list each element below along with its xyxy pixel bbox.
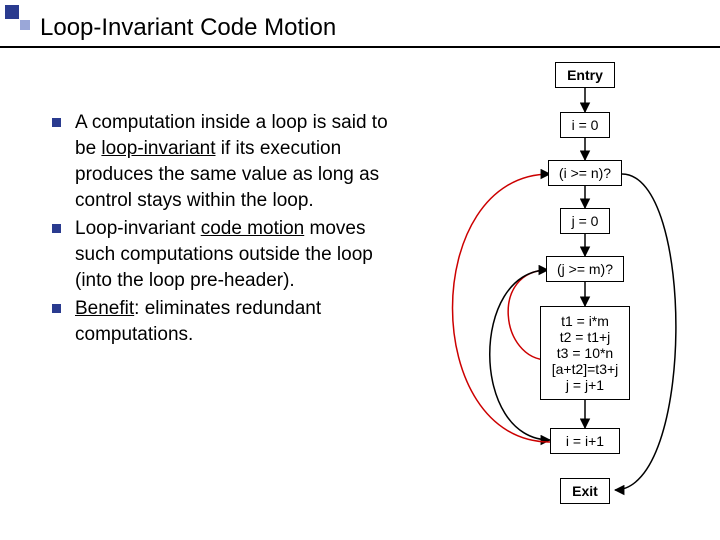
bullet-text: A computation inside a loop is said to b…	[75, 110, 392, 214]
text-underlined: code motion	[201, 218, 305, 239]
bullet-text: Benefit: eliminates redundant computatio…	[75, 296, 392, 348]
stmt: t3 = 10*n	[545, 345, 625, 361]
node-init-j: j = 0	[560, 208, 610, 234]
node-entry: Entry	[555, 62, 615, 88]
node-body: t1 = i*m t2 = t1+j t3 = 10*n [a+t2]=t3+j…	[540, 306, 630, 400]
node-init-i: i = 0	[560, 112, 610, 138]
bullet-icon	[52, 304, 61, 313]
flowchart: Entry i = 0 (i >= n)? j = 0 (j >= m)? t1…	[400, 60, 710, 540]
bullet-icon	[52, 224, 61, 233]
bullet-item: Loop-invariant code motion moves such co…	[52, 216, 392, 294]
bullet-text: Loop-invariant code motion moves such co…	[75, 216, 392, 294]
stmt: [a+t2]=t3+j	[545, 361, 625, 377]
slide-title: Loop-Invariant Code Motion	[40, 14, 336, 42]
stmt: t1 = i*m	[545, 313, 625, 329]
flowchart-edges	[400, 60, 710, 540]
text-underlined: loop-invariant	[101, 138, 215, 159]
text-underlined: Benefit	[75, 298, 134, 319]
bullet-list: A computation inside a loop is said to b…	[52, 110, 392, 350]
bullet-item: A computation inside a loop is said to b…	[52, 110, 392, 214]
node-incr-i: i = i+1	[550, 428, 620, 454]
bullet-item: Benefit: eliminates redundant computatio…	[52, 296, 392, 348]
node-test-i: (i >= n)?	[548, 160, 622, 186]
title-underline	[0, 46, 720, 48]
corner-decoration	[5, 5, 33, 33]
node-exit: Exit	[560, 478, 610, 504]
text-run: Loop-invariant	[75, 218, 201, 239]
bullet-icon	[52, 118, 61, 127]
node-test-j: (j >= m)?	[546, 256, 624, 282]
stmt: t2 = t1+j	[545, 329, 625, 345]
stmt: j = j+1	[545, 377, 625, 393]
